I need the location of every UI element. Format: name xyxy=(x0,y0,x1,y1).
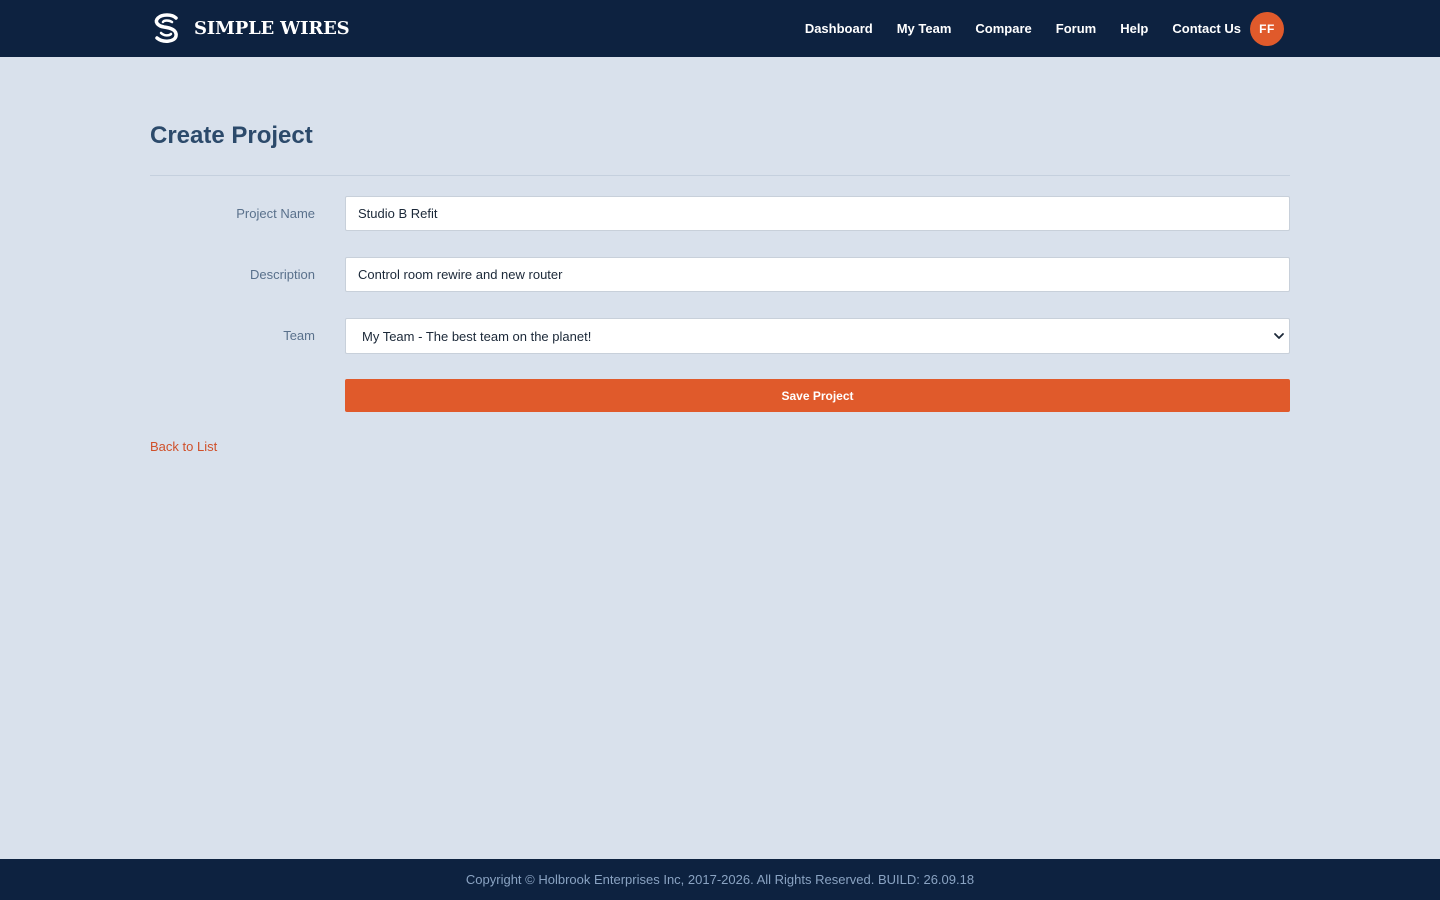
user-avatar[interactable]: FF xyxy=(1250,11,1284,46)
page-title: Create Project xyxy=(150,122,313,149)
title-divider xyxy=(150,175,1290,176)
project-name-input[interactable] xyxy=(345,196,1290,231)
copyright-text: Copyright © Holbrook Enterprises Inc, 20… xyxy=(465,872,975,887)
main-nav: Dashboard My Team Compare Forum Help Con… xyxy=(805,0,1284,57)
description-label: Description xyxy=(249,267,315,282)
brand-name: SIMPLE WIRES xyxy=(194,17,350,39)
nav-contact-us[interactable]: Contact Us xyxy=(1172,21,1241,36)
description-input[interactable] xyxy=(345,257,1290,292)
footer: Copyright © Holbrook Enterprises Inc, 20… xyxy=(0,859,1440,900)
team-select[interactable]: My Team - The best team on the planet! xyxy=(345,318,1290,354)
save-project-button[interactable]: Save Project xyxy=(345,379,1290,412)
nav-dashboard[interactable]: Dashboard xyxy=(805,21,873,36)
nav-compare[interactable]: Compare xyxy=(975,21,1031,36)
nav-my-team[interactable]: My Team xyxy=(897,21,952,36)
nav-help[interactable]: Help xyxy=(1120,21,1148,36)
team-label: Team xyxy=(283,328,315,343)
chevron-down-icon xyxy=(1274,333,1284,339)
back-to-list-link[interactable]: Back to List xyxy=(150,439,217,454)
nav-forum[interactable]: Forum xyxy=(1056,21,1096,36)
team-select-value: My Team - The best team on the planet! xyxy=(362,329,592,344)
simple-wires-logo-icon xyxy=(154,13,178,43)
top-navbar: SIMPLE WIRES Dashboard My Team Compare F… xyxy=(0,0,1440,57)
project-name-label: Project Name xyxy=(236,206,315,221)
brand-home-link[interactable]: SIMPLE WIRES xyxy=(150,11,350,45)
